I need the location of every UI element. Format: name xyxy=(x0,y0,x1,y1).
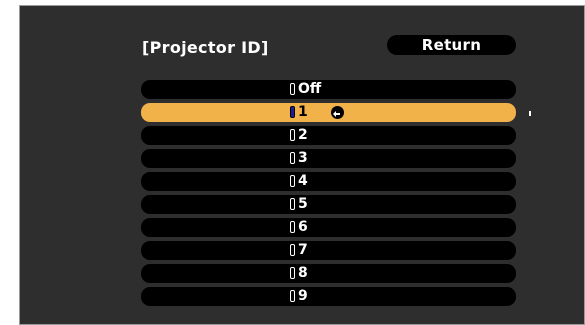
option-label: 9 xyxy=(298,288,308,304)
option-5[interactable]: 5 xyxy=(141,195,516,214)
option-label: 8 xyxy=(298,265,308,281)
cursor-icon xyxy=(290,152,295,164)
cursor-icon xyxy=(290,106,295,118)
cursor-icon xyxy=(290,244,295,256)
cursor-icon xyxy=(290,175,295,187)
option-3[interactable]: 3 xyxy=(141,149,516,168)
option-9[interactable]: 9 xyxy=(141,287,516,306)
option-2[interactable]: 2 xyxy=(141,126,516,145)
page-title: [Projector ID] xyxy=(142,38,269,57)
option-off[interactable]: Off xyxy=(141,80,516,99)
option-label: 7 xyxy=(298,242,308,258)
cursor-icon xyxy=(290,83,295,95)
option-8[interactable]: 8 xyxy=(141,264,516,283)
option-label: 1 xyxy=(298,104,308,120)
option-label: 6 xyxy=(298,219,308,235)
projector-menu-screen: [Projector ID] Return Off 1 2 3 4 5 6 7 … xyxy=(19,5,585,325)
option-label: Off xyxy=(298,81,322,97)
cursor-icon xyxy=(290,221,295,233)
cursor-icon xyxy=(290,129,295,141)
option-label: 4 xyxy=(298,173,308,189)
cursor-icon xyxy=(290,267,295,279)
cursor-icon xyxy=(290,290,295,302)
option-1[interactable]: 1 xyxy=(141,103,531,122)
option-6[interactable]: 6 xyxy=(141,218,516,237)
option-4[interactable]: 4 xyxy=(141,172,516,191)
option-label: 5 xyxy=(298,196,308,212)
option-7[interactable]: 7 xyxy=(141,241,516,260)
cursor-icon xyxy=(290,198,295,210)
option-label: 2 xyxy=(298,127,308,143)
enter-icon xyxy=(331,106,531,119)
return-button[interactable]: Return xyxy=(387,35,516,55)
option-label: 3 xyxy=(298,150,308,166)
